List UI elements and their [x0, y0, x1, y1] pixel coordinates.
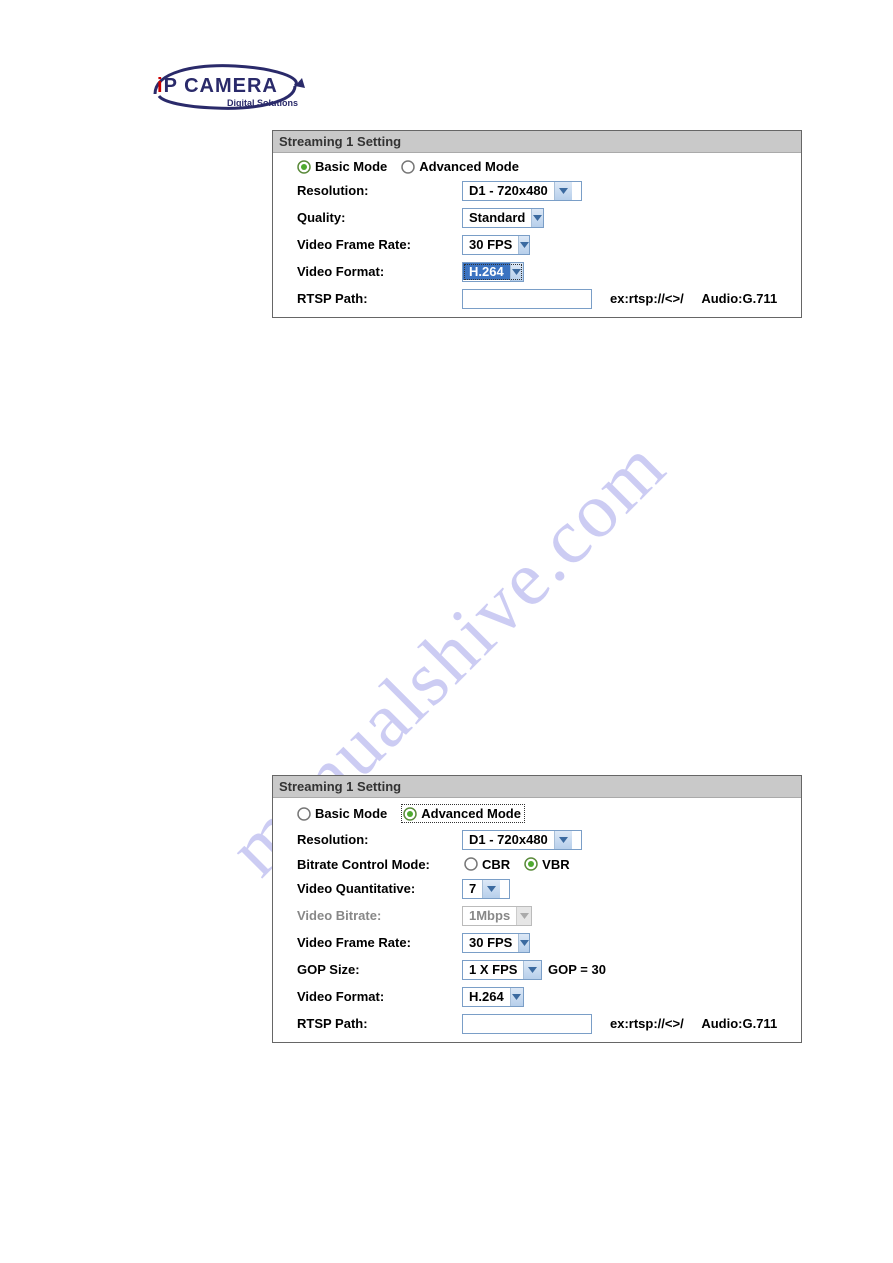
chevron-down-icon — [510, 263, 523, 281]
rtsp-hint-audio: Audio:G.711 — [701, 291, 777, 306]
bitrate-vbr-option[interactable]: VBR — [524, 857, 569, 872]
gop-label: GOP Size: — [297, 962, 462, 977]
mode-advanced-label: Advanced Mode — [421, 806, 521, 821]
quality-value: Standard — [463, 209, 531, 226]
rtsp-label: RTSP Path: — [297, 1016, 462, 1031]
format-select[interactable]: H.264 — [462, 262, 524, 282]
rtsp-hint-audio: Audio:G.711 — [701, 1016, 777, 1031]
panel-title: Streaming 1 Setting — [273, 131, 801, 153]
gop-select[interactable]: 1 X FPS — [462, 960, 542, 980]
mode-advanced-option[interactable]: Advanced Mode — [401, 159, 519, 174]
radio-selected-icon — [403, 807, 417, 821]
chevron-down-icon — [531, 209, 543, 227]
format-label: Video Format: — [297, 989, 462, 1004]
mode-radio-row: Basic Mode Advanced Mode — [273, 153, 801, 177]
radio-selected-icon — [524, 857, 538, 871]
bitrate-value: 1Mbps — [463, 907, 516, 924]
quant-label: Video Quantitative: — [297, 881, 462, 896]
radio-unselected-icon — [401, 160, 415, 174]
streaming-1-advanced-panel: Streaming 1 Setting Basic Mode Advanced … — [272, 775, 802, 1043]
resolution-select[interactable]: D1 - 720x480 — [462, 830, 582, 850]
chevron-down-icon — [554, 831, 572, 849]
mode-radio-row: Basic Mode Advanced Mode — [273, 798, 801, 826]
mode-advanced-option[interactable]: Advanced Mode — [401, 804, 525, 823]
logo-brand-text: P CAMERA — [164, 75, 278, 97]
quality-label: Quality: — [297, 210, 462, 225]
resolution-select[interactable]: D1 - 720x480 — [462, 181, 582, 201]
chevron-down-icon — [518, 934, 529, 952]
chevron-down-icon — [554, 182, 572, 200]
mode-basic-label: Basic Mode — [315, 159, 387, 174]
brand-logo: iP CAMERA Digital Solutions — [145, 60, 315, 120]
rtsp-hint: ex:rtsp://<>/ Audio:G.711 — [610, 291, 777, 306]
bitrate-label: Video Bitrate: — [297, 908, 462, 923]
mode-basic-option[interactable]: Basic Mode — [297, 806, 387, 821]
gop-note: GOP = 30 — [548, 962, 606, 977]
framerate-value: 30 FPS — [463, 236, 518, 253]
mode-advanced-label: Advanced Mode — [419, 159, 519, 174]
rtsp-hint-ex: ex:rtsp://<>/ — [610, 1016, 684, 1031]
format-label: Video Format: — [297, 264, 462, 279]
rtsp-input[interactable] — [462, 1014, 592, 1034]
format-value: H.264 — [463, 988, 510, 1005]
framerate-select[interactable]: 30 FPS — [462, 933, 530, 953]
chevron-down-icon — [482, 880, 500, 898]
quant-value: 7 — [463, 880, 482, 897]
resolution-label: Resolution: — [297, 832, 462, 847]
bitrate-select: 1Mbps — [462, 906, 532, 926]
format-select[interactable]: H.264 — [462, 987, 524, 1007]
panel-title: Streaming 1 Setting — [273, 776, 801, 798]
bitrate-mode-label: Bitrate Control Mode: — [297, 857, 462, 872]
rtsp-hint: ex:rtsp://<>/ Audio:G.711 — [610, 1016, 777, 1031]
rtsp-label: RTSP Path: — [297, 291, 462, 306]
resolution-label: Resolution: — [297, 183, 462, 198]
logo-tagline: Digital Solutions — [227, 98, 298, 108]
gop-value: 1 X FPS — [463, 961, 523, 978]
rtsp-input[interactable] — [462, 289, 592, 309]
bitrate-vbr-label: VBR — [542, 857, 569, 872]
mode-basic-option[interactable]: Basic Mode — [297, 159, 387, 174]
bitrate-cbr-option[interactable]: CBR — [464, 857, 510, 872]
chevron-down-icon — [523, 961, 541, 979]
resolution-value: D1 - 720x480 — [463, 831, 554, 848]
framerate-value: 30 FPS — [463, 934, 518, 951]
quality-select[interactable]: Standard — [462, 208, 544, 228]
rtsp-hint-ex: ex:rtsp://<>/ — [610, 291, 684, 306]
radio-unselected-icon — [297, 807, 311, 821]
mode-basic-label: Basic Mode — [315, 806, 387, 821]
chevron-down-icon — [518, 236, 529, 254]
radio-unselected-icon — [464, 857, 478, 871]
framerate-label: Video Frame Rate: — [297, 935, 462, 950]
chevron-down-icon — [516, 907, 531, 925]
format-value: H.264 — [463, 263, 510, 280]
bitrate-cbr-label: CBR — [482, 857, 510, 872]
chevron-down-icon — [510, 988, 523, 1006]
streaming-1-basic-panel: Streaming 1 Setting Basic Mode Advanced … — [272, 130, 802, 318]
framerate-select[interactable]: 30 FPS — [462, 235, 530, 255]
framerate-label: Video Frame Rate: — [297, 237, 462, 252]
radio-selected-icon — [297, 160, 311, 174]
quant-select[interactable]: 7 — [462, 879, 510, 899]
resolution-value: D1 - 720x480 — [463, 182, 554, 199]
